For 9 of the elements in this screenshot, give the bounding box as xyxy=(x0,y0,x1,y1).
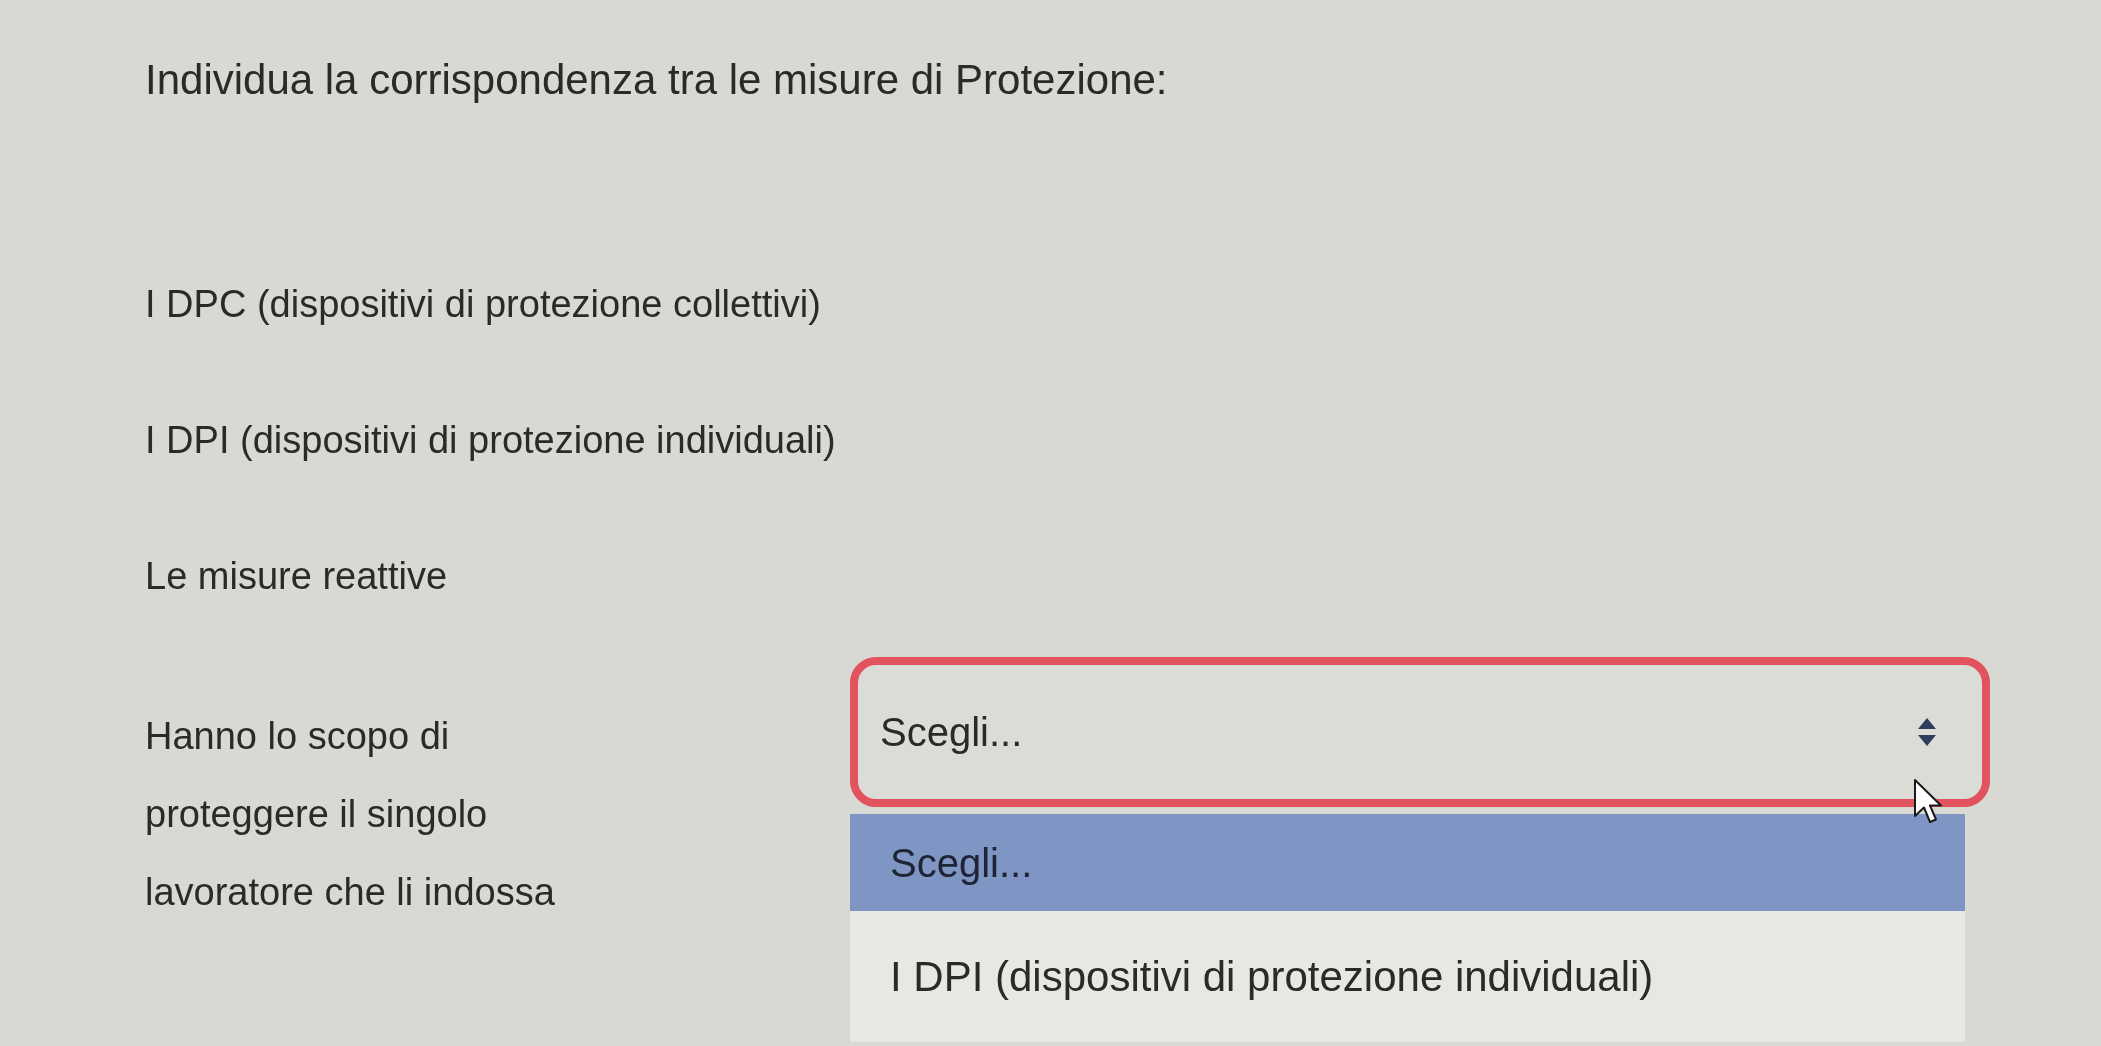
choice-text: Le misure reattive xyxy=(145,554,447,599)
dropdown-option[interactable]: Scegli... xyxy=(850,814,1965,911)
mouse-cursor-icon xyxy=(1913,778,1943,824)
answer-select[interactable]: Scegli... xyxy=(850,657,1990,807)
choice-text: I DPI (dispositivi di protezione individuali) xyxy=(145,418,836,463)
choice-text: I DPC (dispositivi di protezione collettivi) xyxy=(145,282,821,327)
question-title: Individua la corrispondenza tra le misure di Protezione: xyxy=(145,55,1168,105)
question-stem: Hanno lo scopo di proteggere il singolo lavoratore che li indossa xyxy=(145,714,556,915)
sort-arrows-icon xyxy=(1918,718,1936,746)
